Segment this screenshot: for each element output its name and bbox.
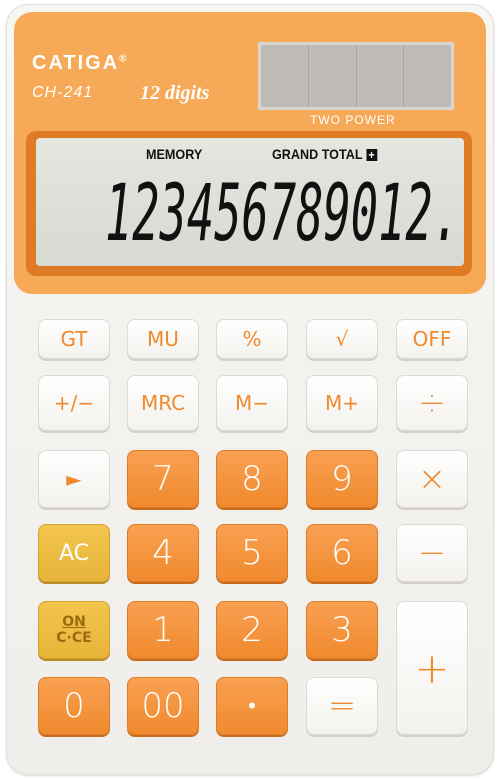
double-zero-key[interactable]: 00	[127, 677, 199, 735]
mrc-key[interactable]: MRC	[127, 375, 199, 431]
multiply-key[interactable]: ×	[396, 450, 468, 508]
plus-minus-key[interactable]: +/−	[38, 375, 110, 431]
decimal-point-key[interactable]: •	[216, 677, 288, 735]
digit-6-key[interactable]: 6	[306, 524, 378, 582]
two-power-label: TWO POWER	[310, 113, 396, 127]
m-minus-key[interactable]: M−	[216, 375, 288, 431]
ac-key[interactable]: AC	[38, 524, 110, 582]
plus-key[interactable]: +	[396, 601, 468, 735]
solar-panel	[258, 42, 454, 110]
digit-1-key[interactable]: 1	[127, 601, 199, 659]
percent-key[interactable]: %	[216, 319, 288, 359]
divide-key[interactable]: ÷	[396, 375, 468, 431]
equals-key[interactable]: =	[306, 677, 378, 735]
off-key[interactable]: OFF	[396, 319, 468, 359]
digit-3-key[interactable]: 3	[306, 601, 378, 659]
on-label: ON	[62, 614, 86, 630]
shift-right-key[interactable]: ►	[38, 450, 110, 508]
sqrt-key[interactable]: √	[306, 319, 378, 359]
minus-key[interactable]: −	[396, 524, 468, 582]
brand-logo: CATIGA®	[32, 52, 129, 74]
m-plus-key[interactable]: M+	[306, 375, 378, 431]
c-ce-label: C·CE	[56, 630, 92, 646]
digit-9-key[interactable]: 9	[306, 450, 378, 508]
grand-total-indicator: GRAND TOTAL +	[272, 146, 377, 162]
svg-text:123456789012.: 123456789012.	[105, 169, 460, 259]
digits-label: 12 digits	[140, 82, 210, 104]
model-number: CH-241	[32, 84, 94, 101]
display-reading: 123456789012.	[105, 169, 460, 259]
digit-4-key[interactable]: 4	[127, 524, 199, 582]
digit-0-key[interactable]: 0	[38, 677, 110, 735]
digit-7-key[interactable]: 7	[127, 450, 199, 508]
memory-indicator: MEMORY	[146, 146, 203, 162]
gt-key[interactable]: GT	[38, 319, 110, 359]
on-c-ce-key[interactable]: ON C·CE	[38, 601, 110, 659]
digit-8-key[interactable]: 8	[216, 450, 288, 508]
digit-5-key[interactable]: 5	[216, 524, 288, 582]
mu-key[interactable]: MU	[127, 319, 199, 359]
digit-2-key[interactable]: 2	[216, 601, 288, 659]
